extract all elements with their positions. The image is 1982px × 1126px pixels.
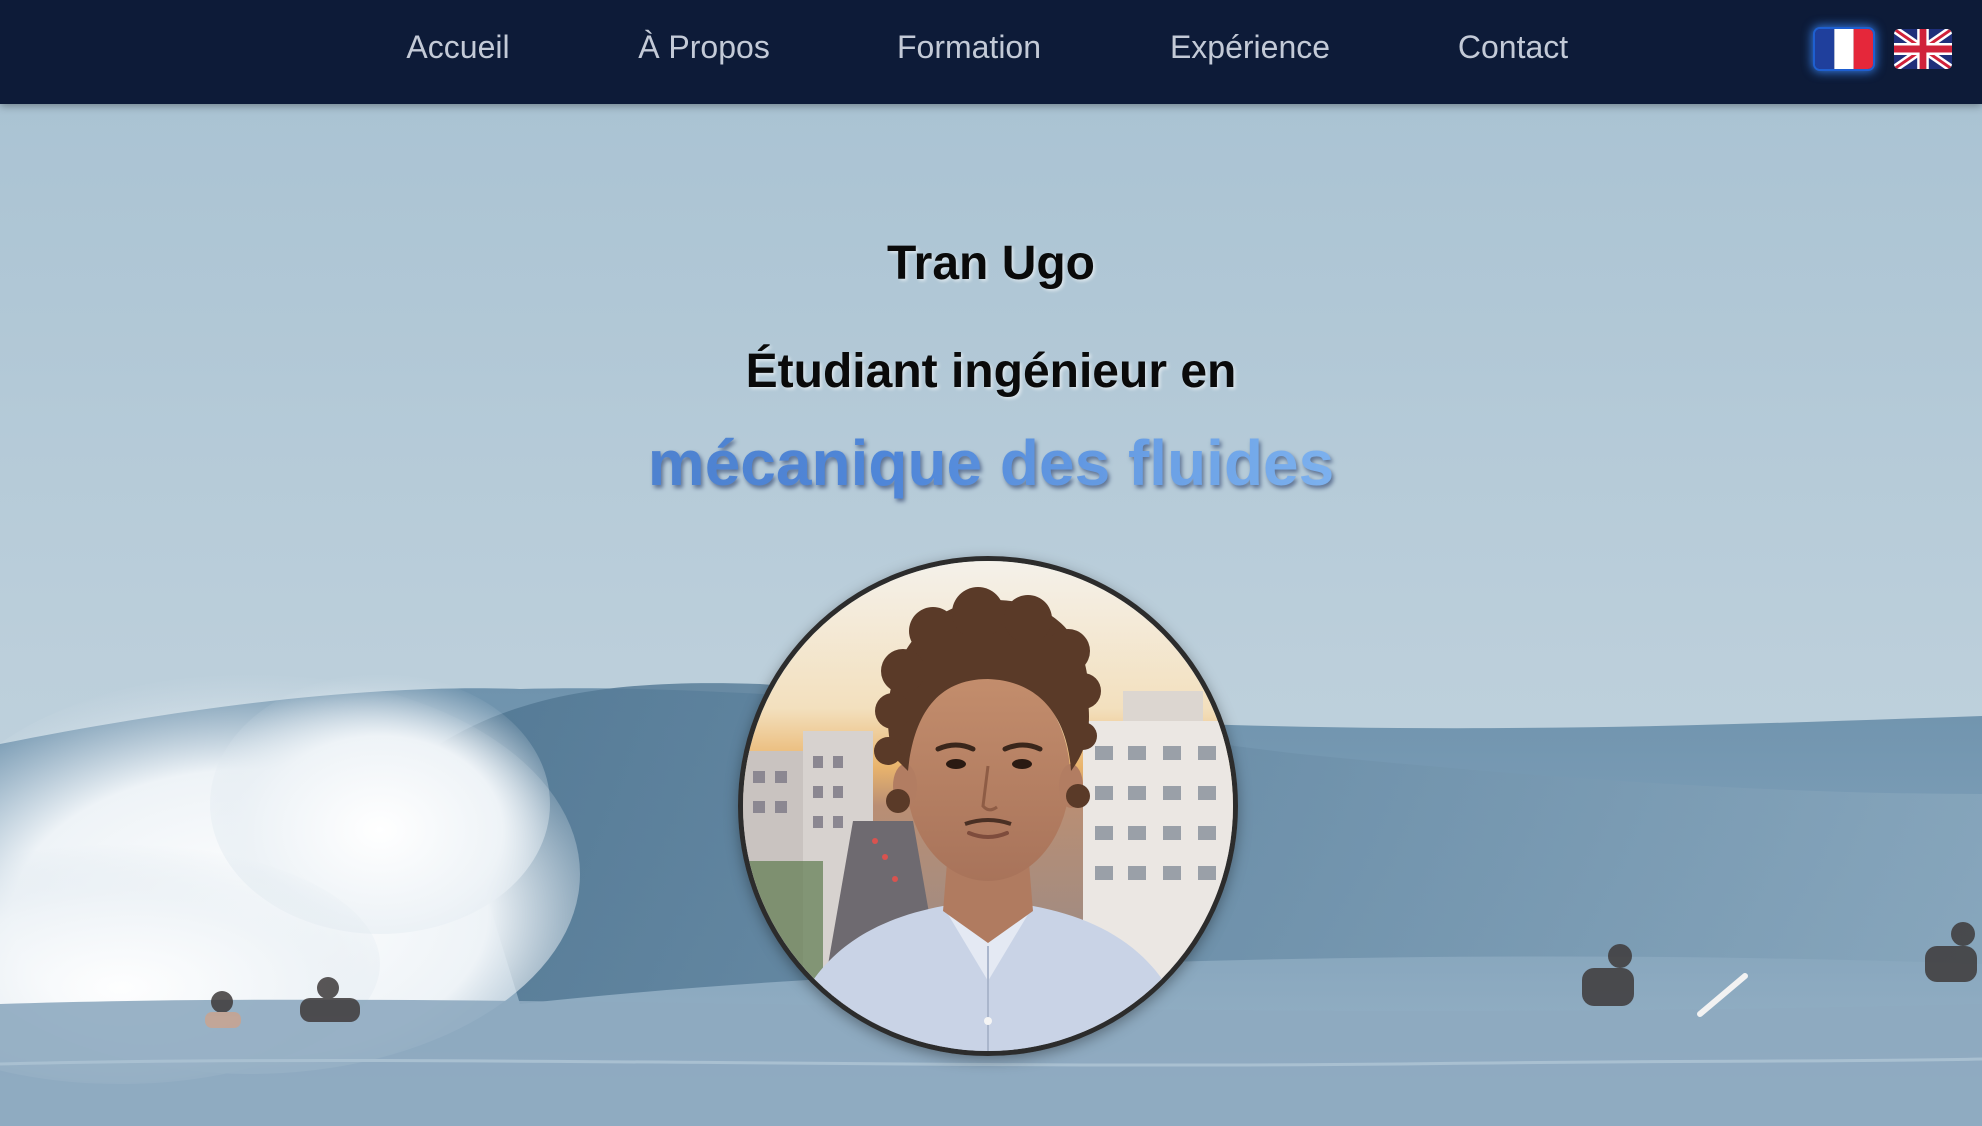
nav-link-formation[interactable]: Formation — [897, 0, 1041, 94]
france-flag-icon[interactable] — [1815, 29, 1873, 69]
nav-link-experience[interactable]: Expérience — [1170, 0, 1330, 94]
nav-link-contact[interactable]: Contact — [1458, 0, 1568, 94]
hero-name: Tran Ugo — [886, 237, 1095, 290]
hero-subtitle: Étudiant ingénieur en — [745, 345, 1237, 398]
nav-link-a-propos[interactable]: À Propos — [638, 0, 770, 94]
profile-photo — [738, 556, 1238, 1056]
nav-link-accueil[interactable]: Accueil — [406, 0, 509, 94]
uk-flag-icon[interactable] — [1894, 29, 1952, 69]
hero-field-of-study: mécanique des fluides — [0, 426, 1982, 500]
top-navbar: Accueil À Propos Formation Expérience Co… — [0, 0, 1982, 104]
